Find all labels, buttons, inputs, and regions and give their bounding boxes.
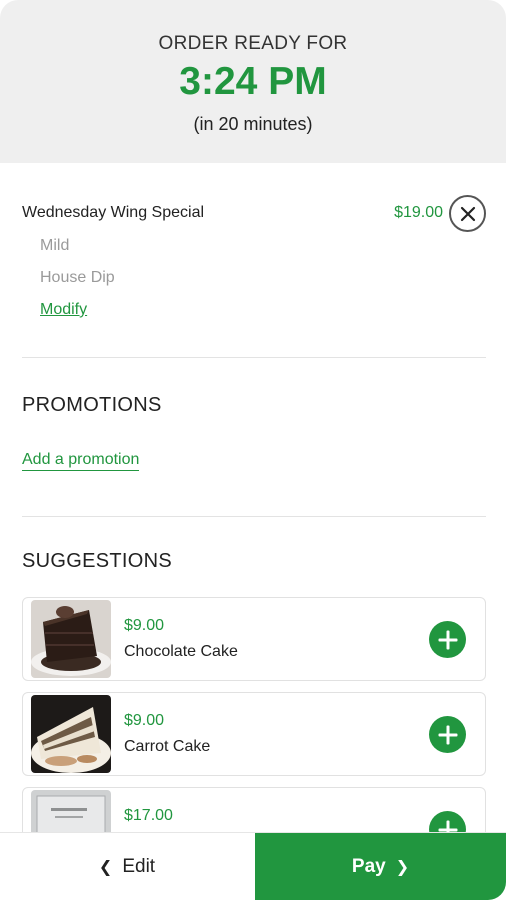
edit-label: Edit [122,856,156,877]
cart-item: Wednesday Wing Special $19.00 Mild House… [22,195,486,335]
modify-link[interactable]: Modify [40,301,87,319]
plus-icon[interactable] [429,621,466,658]
ready-time: 3:24 PM [179,60,327,103]
suggestion-price: $9.00 [124,617,165,634]
pay-label: Pay [351,856,386,877]
suggestion-price: $9.00 [124,712,165,729]
cart-item-price: $19.00 [394,204,443,221]
edit-button[interactable]: ❮ Edit [0,833,254,900]
plus-icon[interactable] [429,716,466,753]
ready-eta: (in 20 minutes) [193,114,313,134]
suggestion-card[interactable]: $9.00 Chocolate Cake [22,597,486,681]
add-promotion-link[interactable]: Add a promotion [22,451,140,471]
suggestion-price: $17.00 [124,807,173,824]
order-screen: ORDER READY FOR 3:24 PM (in 20 minutes) … [0,0,506,900]
pay-button[interactable]: Pay ❯ [255,833,506,900]
chevron-right-icon: ❯ [395,859,410,876]
close-icon[interactable] [449,195,486,232]
divider [22,516,486,517]
chevron-left-icon: ❮ [98,859,113,876]
suggestion-name: Carrot Cake [124,738,211,755]
divider [22,357,486,358]
promotions-title: PROMOTIONS [22,394,162,416]
cart-item-modifier: House Dip [40,269,115,286]
suggestion-card[interactable]: $9.00 Carrot Cake [22,692,486,776]
checkout-footer: ❮ Edit Pay ❯ [0,832,506,900]
cart-item-name: Wednesday Wing Special [22,204,205,221]
order-ready-header: ORDER READY FOR 3:24 PM (in 20 minutes) [0,0,506,163]
remove-item-glyph [460,206,475,221]
cart-item-modifier: Mild [40,237,70,254]
order-ready-label: ORDER READY FOR [158,33,348,54]
carrot-cake-image [31,695,111,773]
suggestions-title: SUGGESTIONS [22,550,172,572]
chocolate-cake-image [31,600,111,678]
suggestion-name: Chocolate Cake [124,643,238,660]
